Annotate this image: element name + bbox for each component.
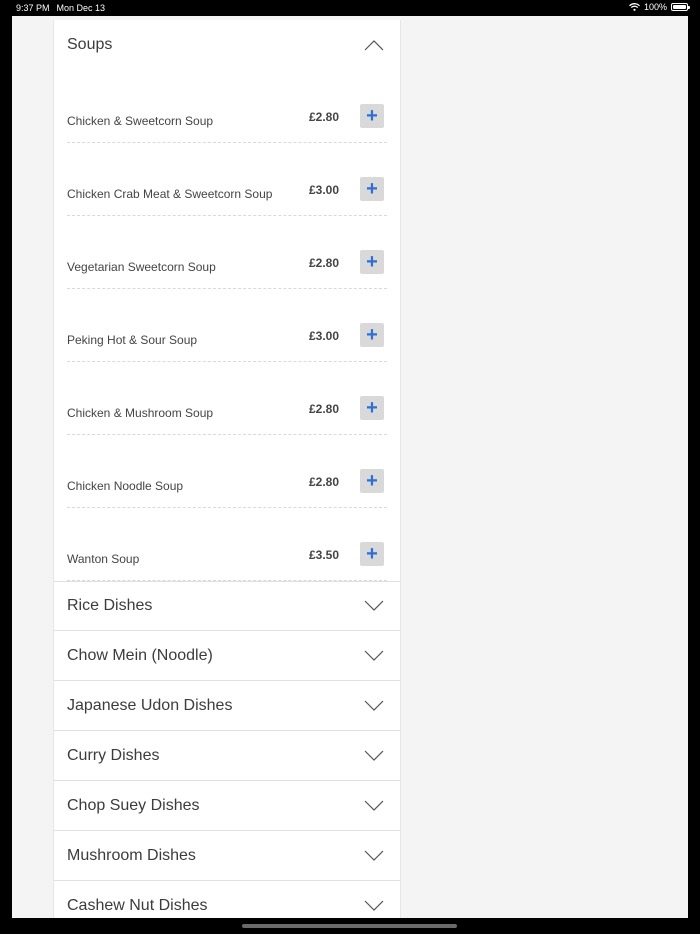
menu-item-row: Wanton Soup £3.50 + (54, 508, 400, 581)
battery-icon (671, 3, 690, 11)
menu-item-name: Chicken Noodle Soup (67, 479, 184, 493)
menu-item-name: Chicken Crab Meat & Sweetcorn Soup (67, 187, 273, 201)
section-header-soups[interactable]: Soups (54, 20, 400, 70)
chevron-up-icon[interactable] (364, 39, 384, 51)
menu-item-name: Chicken & Mushroom Soup (67, 406, 214, 420)
menu-item-row: Vegetarian Sweetcorn Soup £2.80 + (54, 216, 400, 289)
section-header-collapsed[interactable]: Japanese Udon Dishes (54, 681, 400, 731)
menu-item-price: £3.50 (309, 548, 340, 562)
section-title: Chop Suey Dishes (67, 796, 200, 814)
section-header-collapsed[interactable]: Curry Dishes (54, 731, 400, 781)
menu-item-price: £2.80 (309, 402, 340, 416)
add-item-button[interactable]: + (360, 396, 384, 420)
menu-item-price: £3.00 (309, 183, 340, 197)
add-item-button[interactable]: + (360, 542, 384, 566)
menu-panel: Soups Chicken & Sweetcorn Soup £2.80 + Chic… (53, 20, 401, 918)
section-title: Mushroom Dishes (67, 846, 196, 864)
soup-items-list: Chicken & Sweetcorn Soup £2.80 + Chicken Cr… (54, 70, 400, 581)
add-item-button[interactable]: + (360, 469, 384, 493)
section-title: Cashew Nut Dishes (67, 896, 208, 914)
section-header-collapsed[interactable]: Chow Mein (Noodle) (54, 631, 400, 681)
section-title: Curry Dishes (67, 746, 160, 764)
menu-item-row: Chicken Noodle Soup £2.80 + (54, 435, 400, 508)
menu-item-price: £2.80 (309, 256, 340, 270)
add-item-button[interactable]: + (360, 104, 384, 128)
status-date: Mon Dec 13 (56, 3, 106, 13)
chevron-down-icon[interactable] (364, 900, 384, 912)
section-header-collapsed[interactable]: Mushroom Dishes (54, 831, 400, 881)
menu-item-row: Chicken & Sweetcorn Soup £2.80 + (54, 70, 400, 143)
menu-item-price: £2.80 (309, 475, 340, 489)
add-item-button[interactable]: + (360, 323, 384, 347)
menu-item-price: £2.80 (309, 110, 340, 124)
menu-item-name: Vegetarian Sweetcorn Soup (67, 260, 216, 274)
chevron-down-icon[interactable] (364, 600, 384, 612)
menu-item-price: £3.00 (309, 329, 340, 343)
status-bar: 9:37 PM Mon Dec 13 100% (0, 0, 700, 16)
menu-item-name: Chicken & Sweetcorn Soup (67, 114, 214, 128)
section-header-collapsed[interactable]: Cashew Nut Dishes (54, 881, 400, 918)
menu-item-name: Wanton Soup (67, 552, 140, 566)
menu-item-name: Peking Hot & Sour Soup (67, 333, 198, 347)
section-title: Japanese Udon Dishes (67, 696, 233, 714)
section-title: Rice Dishes (67, 597, 153, 614)
chevron-down-icon[interactable] (364, 750, 384, 762)
chevron-down-icon[interactable] (364, 650, 384, 662)
menu-item-row: Peking Hot & Sour Soup £3.00 + (54, 289, 400, 362)
add-item-button[interactable]: + (360, 177, 384, 201)
collapsed-sections-list: Rice Dishes Chow Mein (Noodle) Japanese Ud… (54, 581, 400, 918)
status-time: 9:37 PM (16, 3, 50, 13)
section-header-collapsed[interactable]: Chop Suey Dishes (54, 781, 400, 831)
section-title: Chow Mein (Noodle) (67, 646, 213, 664)
menu-item-row: Chicken & Mushroom Soup £2.80 + (54, 362, 400, 435)
add-item-button[interactable]: + (360, 250, 384, 274)
app-screen: Soups Chicken & Sweetcorn Soup £2.80 + Chic… (12, 16, 688, 918)
battery-percentage: 100% (643, 2, 667, 12)
chevron-down-icon[interactable] (364, 800, 384, 812)
section-header-collapsed[interactable]: Rice Dishes (54, 581, 400, 631)
menu-item-row: Chicken Crab Meat & Sweetcorn Soup £3.00 + (54, 143, 400, 216)
section-title: Soups (67, 36, 113, 53)
home-indicator[interactable] (242, 924, 457, 928)
wifi-icon (629, 3, 640, 11)
chevron-down-icon[interactable] (364, 700, 384, 712)
chevron-down-icon[interactable] (364, 850, 384, 862)
